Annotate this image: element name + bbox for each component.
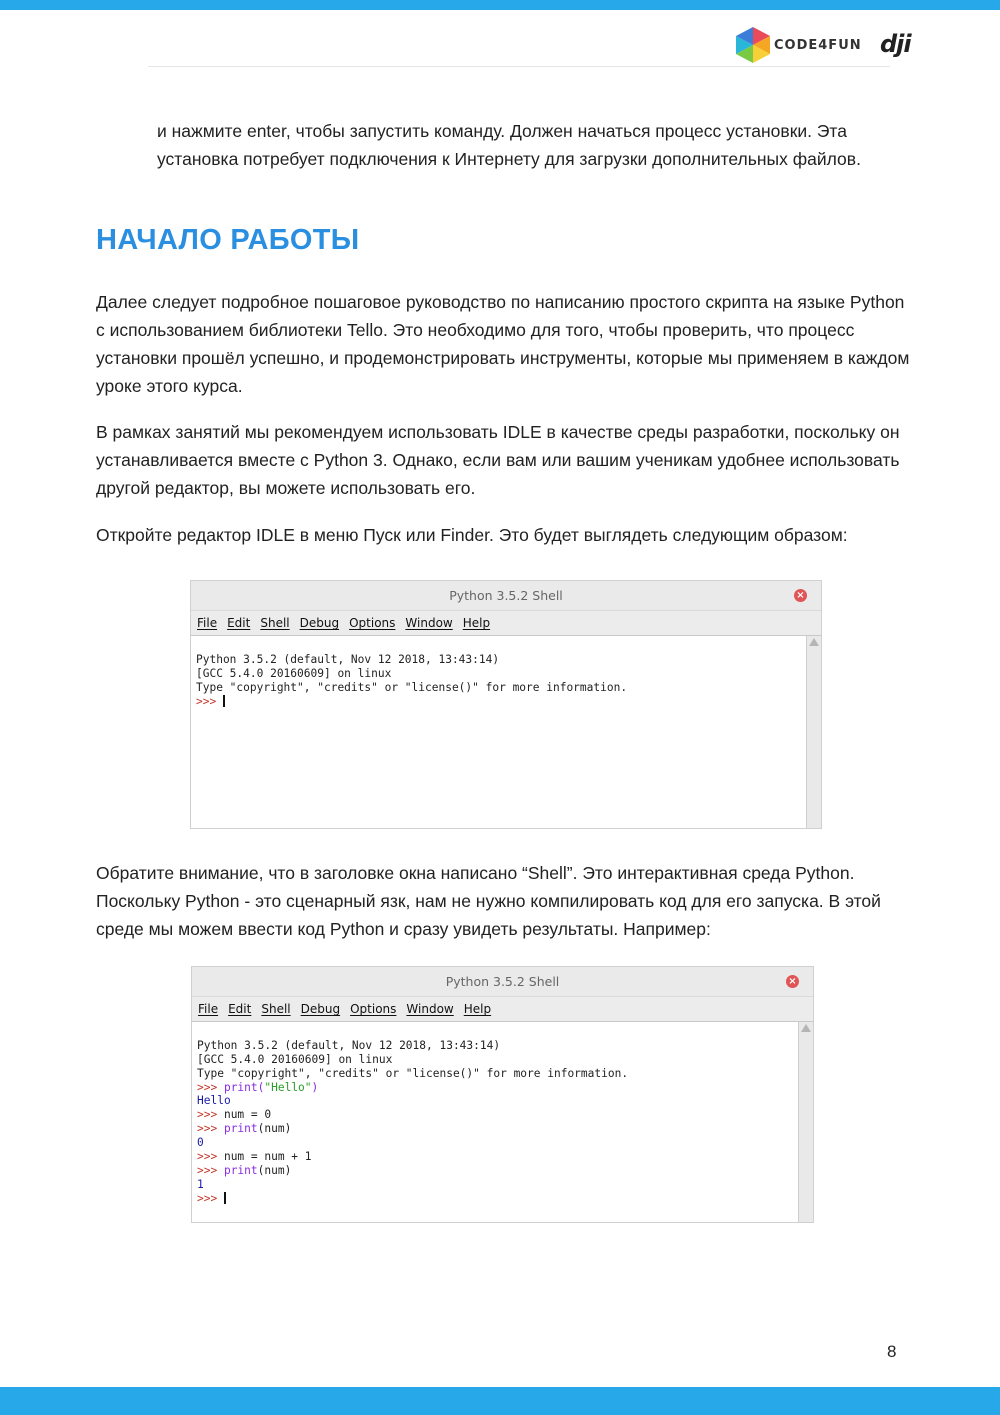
paragraph-4: Обратите внимание, что в заголовке окна …: [96, 863, 881, 939]
menu-shell[interactable]: Shell: [260, 611, 289, 635]
menu-file[interactable]: File: [197, 611, 217, 635]
console-line: >>> print(num): [197, 1122, 292, 1136]
console-line: >>> print(num): [197, 1163, 292, 1177]
top-accent-bar: [0, 0, 1000, 10]
menu-shell[interactable]: Shell: [261, 997, 290, 1021]
console-line: Type "copyright", "credits" or "license(…: [197, 1066, 629, 1080]
menu-help[interactable]: Help: [464, 997, 491, 1021]
console-area[interactable]: Python 3.5.2 (default, Nov 12 2018, 13:4…: [192, 1022, 813, 1222]
prompt: >>>: [196, 694, 223, 708]
console-output: 0: [197, 1136, 204, 1150]
bottom-accent-bar: [0, 1387, 1000, 1415]
paragraph-1: Далее следует подробное пошаговое руково…: [96, 292, 910, 396]
console-line: Python 3.5.2 (default, Nov 12 2018, 13:4…: [196, 652, 500, 666]
menu-file[interactable]: File: [198, 997, 218, 1021]
intro-paragraph: и нажмите enter, чтобы запустить команду…: [157, 121, 861, 169]
menu-bar: File Edit Shell Debug Options Window Help: [191, 611, 821, 636]
console-line: >>>: [197, 1191, 226, 1205]
console-line: Type "copyright", "credits" or "license(…: [196, 680, 628, 694]
console-output: 1: [197, 1177, 204, 1191]
scroll-up-icon[interactable]: [809, 638, 819, 646]
close-icon[interactable]: ×: [794, 589, 807, 602]
text-cursor: [222, 694, 225, 707]
menu-edit[interactable]: Edit: [228, 997, 251, 1021]
menu-debug[interactable]: Debug: [300, 611, 339, 635]
paragraph-2: В рамках занятий мы рекомендуем использо…: [96, 422, 900, 498]
console-line: [GCC 5.4.0 20160609] on linux: [196, 666, 392, 680]
text-cursor: [223, 1191, 226, 1204]
code4fun-logo-icon: [736, 27, 770, 63]
console-line: >>> num = 0: [197, 1108, 272, 1122]
brand-text: CODE4FUN: [774, 38, 862, 53]
window-title: Python 3.5.2 Shell: [449, 588, 563, 603]
menu-bar: File Edit Shell Debug Options Window Help: [192, 997, 813, 1022]
vertical-scrollbar[interactable]: [806, 636, 821, 828]
menu-window[interactable]: Window: [405, 611, 452, 635]
console-line: [GCC 5.4.0 20160609] on linux: [197, 1052, 393, 1066]
console-output: Hello: [197, 1094, 231, 1108]
console-line: >>> num = num + 1: [197, 1150, 312, 1164]
scroll-up-icon[interactable]: [801, 1024, 811, 1032]
menu-debug[interactable]: Debug: [301, 997, 340, 1021]
paragraph-3: Откройте редактор IDLE в меню Пуск или F…: [96, 525, 848, 545]
close-icon[interactable]: ×: [786, 975, 799, 988]
menu-help[interactable]: Help: [463, 611, 490, 635]
menu-options[interactable]: Options: [350, 997, 396, 1021]
console-line: >>> print("Hello"): [197, 1080, 319, 1094]
section-title: НАЧАЛО РАБОТЫ: [96, 224, 360, 256]
window-titlebar: Python 3.5.2 Shell ×: [191, 581, 821, 611]
vertical-scrollbar[interactable]: [798, 1022, 813, 1222]
menu-window[interactable]: Window: [406, 997, 453, 1021]
menu-edit[interactable]: Edit: [227, 611, 250, 635]
idle-shell-screenshot-1: Python 3.5.2 Shell × File Edit Shell Debug O…: [190, 580, 822, 829]
idle-shell-screenshot-2: Python 3.5.2 Shell × File Edit Shell Debug O…: [191, 966, 814, 1223]
window-titlebar: Python 3.5.2 Shell ×: [192, 967, 813, 997]
dji-logo: dji: [880, 30, 912, 58]
header-divider: [148, 66, 890, 67]
console-area[interactable]: Python 3.5.2 (default, Nov 12 2018, 13:4…: [191, 636, 821, 828]
menu-options[interactable]: Options: [349, 611, 395, 635]
window-title: Python 3.5.2 Shell: [445, 974, 560, 989]
console-line: Python 3.5.2 (default, Nov 12 2018, 13:4…: [197, 1038, 501, 1052]
page-number: 8: [887, 1342, 897, 1361]
